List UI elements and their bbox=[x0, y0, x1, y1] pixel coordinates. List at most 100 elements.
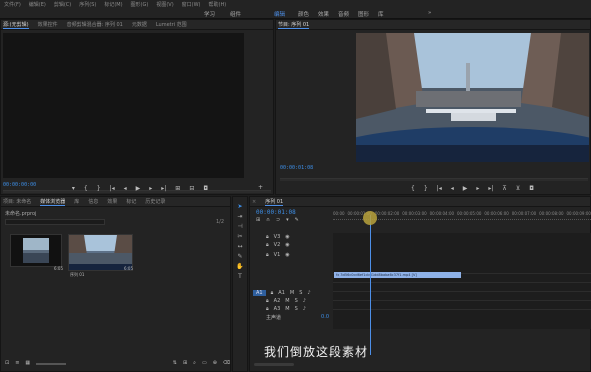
workspace-effects[interactable]: 效果 bbox=[318, 10, 329, 18]
play-icon[interactable]: ▶ bbox=[136, 185, 141, 192]
lock-track-icon[interactable]: 🔒︎ bbox=[266, 252, 269, 258]
project-search-input[interactable] bbox=[5, 219, 105, 225]
program-mark-in-icon[interactable]: { bbox=[411, 185, 415, 192]
search-icon[interactable]: ⌕ bbox=[193, 360, 196, 366]
solo-icon[interactable]: S bbox=[295, 306, 298, 312]
eye-icon[interactable]: ◉ bbox=[285, 242, 289, 248]
overwrite-icon[interactable]: ⊟ bbox=[189, 185, 194, 192]
selection-tool-icon[interactable]: ➤ bbox=[237, 203, 242, 210]
playhead-handle[interactable] bbox=[363, 211, 377, 225]
program-go-to-in-icon[interactable]: |◂ bbox=[437, 185, 442, 192]
tab-lumetri-scopes[interactable]: Lumetri 范围 bbox=[156, 21, 187, 28]
program-scrub-bar[interactable] bbox=[280, 178, 588, 181]
workspace-audio[interactable]: 音频 bbox=[338, 10, 349, 18]
automate-icon[interactable]: ⊞ bbox=[183, 360, 187, 366]
mute-icon[interactable]: M bbox=[290, 290, 294, 296]
eye-icon[interactable]: ◉ bbox=[285, 234, 289, 240]
insert-icon[interactable]: ⊞ bbox=[175, 185, 180, 192]
tab-history[interactable]: 历史记录 bbox=[145, 198, 165, 205]
tab-info[interactable]: 信息 bbox=[88, 198, 98, 205]
mic-icon[interactable]: ♪ bbox=[307, 290, 310, 296]
lift-icon[interactable]: ⊼ bbox=[502, 185, 506, 192]
pen-tool-icon[interactable]: ✎ bbox=[237, 253, 242, 260]
add-marker-timeline-icon[interactable]: ▾ bbox=[286, 217, 289, 223]
add-marker-icon[interactable]: ▾ bbox=[72, 185, 75, 192]
tab-sequence[interactable]: 序列 01 bbox=[265, 198, 284, 206]
tab-program[interactable]: 节目: 序列 01 bbox=[278, 21, 310, 29]
zoom-slider[interactable] bbox=[36, 362, 67, 365]
master-volume[interactable]: 0.0 bbox=[321, 314, 329, 320]
eye-icon[interactable]: ◉ bbox=[285, 252, 289, 258]
step-forward-icon[interactable]: ▸ bbox=[149, 185, 152, 192]
razor-tool-icon[interactable]: ✂ bbox=[237, 233, 242, 240]
tab-effects[interactable]: 效果 bbox=[107, 198, 117, 205]
mic-icon[interactable]: ♪ bbox=[303, 298, 306, 304]
workspace-graphics[interactable]: 图形 bbox=[358, 10, 369, 18]
workspace-editing[interactable]: 编辑 bbox=[274, 10, 285, 18]
lock-track-icon[interactable]: 🔒︎ bbox=[271, 290, 274, 296]
snap-icon[interactable]: ∩ bbox=[266, 217, 270, 223]
lock-track-icon[interactable]: 🔒︎ bbox=[266, 242, 269, 248]
menu-marker[interactable]: 标记(M) bbox=[104, 1, 122, 8]
track-header-master[interactable]: 主声道 0.0 bbox=[250, 313, 333, 321]
menu-clip[interactable]: 剪辑(C) bbox=[54, 1, 71, 8]
workspace-libraries[interactable]: 库 bbox=[378, 10, 384, 18]
linked-selection-icon[interactable]: ⊃ bbox=[276, 217, 280, 223]
source-add-button-icon[interactable]: + bbox=[258, 184, 263, 191]
hand-tool-icon[interactable]: ✋ bbox=[236, 263, 243, 270]
program-step-back-icon[interactable]: ◂ bbox=[451, 185, 454, 192]
program-step-forward-icon[interactable]: ▸ bbox=[476, 185, 479, 192]
extract-icon[interactable]: ⊻ bbox=[516, 185, 520, 192]
lock-track-icon[interactable]: 🔒︎ bbox=[266, 298, 269, 304]
mic-icon[interactable]: ♪ bbox=[303, 306, 306, 312]
track-header-a3[interactable]: 🔒︎ A3 M S ♪ bbox=[250, 305, 333, 313]
solo-icon[interactable]: S bbox=[295, 298, 298, 304]
slip-tool-icon[interactable]: ↔ bbox=[237, 243, 242, 250]
track-header-v1[interactable]: 🔒︎ V1 ◉ bbox=[250, 249, 333, 289]
workspace-more-icon[interactable]: » bbox=[428, 10, 431, 16]
sort-icon[interactable]: ⇅ bbox=[173, 360, 177, 366]
menu-graphics[interactable]: 图形(G) bbox=[131, 1, 149, 8]
go-to-out-icon[interactable]: ▸| bbox=[161, 185, 166, 192]
timeline-timecode[interactable]: 00:00:01:08 bbox=[256, 209, 296, 216]
list-view-icon[interactable]: ≡ bbox=[15, 360, 19, 366]
workspace-assembly[interactable]: 组件 bbox=[230, 10, 241, 18]
track-select-tool-icon[interactable]: ⇥ bbox=[237, 213, 242, 220]
track-area[interactable]: fx 3d56c0cd6ef1cb61dd8baba6c37f1.mp4 [V] bbox=[333, 233, 591, 329]
video-clip[interactable]: fx 3d56c0cd6ef1cb61dd8baba6c37f1.mp4 [V] bbox=[334, 272, 461, 278]
program-viewer[interactable] bbox=[356, 33, 589, 162]
icon-view-icon[interactable]: ▦ bbox=[25, 360, 30, 366]
settings-icon[interactable]: ✎ bbox=[295, 217, 299, 223]
tab-source[interactable]: 源:(无剪辑) bbox=[3, 21, 29, 29]
mute-icon[interactable]: M bbox=[285, 306, 289, 312]
lock-icon[interactable]: ⊡ bbox=[5, 360, 9, 366]
program-camera-icon[interactable]: ◘ bbox=[529, 185, 534, 192]
track-header-v2[interactable]: 🔒︎ V2 ◉ bbox=[250, 241, 333, 249]
timeline-zoom-scrollbar[interactable] bbox=[254, 363, 294, 366]
workspace-color[interactable]: 颜色 bbox=[298, 10, 309, 18]
lock-track-icon[interactable]: 🔒︎ bbox=[266, 234, 269, 240]
program-timecode[interactable]: 00:00:01:08 bbox=[280, 165, 313, 171]
tab-media-browser[interactable]: 媒体浏览器 bbox=[40, 198, 66, 206]
program-mark-out-icon[interactable]: } bbox=[424, 185, 428, 192]
type-tool-icon[interactable]: T bbox=[238, 273, 242, 280]
mark-in-icon[interactable]: { bbox=[84, 185, 88, 192]
tab-libraries[interactable]: 库 bbox=[74, 198, 79, 205]
new-bin-icon[interactable]: ▭ bbox=[202, 360, 207, 366]
mark-out-icon[interactable]: } bbox=[97, 185, 101, 192]
track-header-v3[interactable]: 🔒︎ V3 ◉ bbox=[250, 233, 333, 241]
tab-markers[interactable]: 标记 bbox=[126, 198, 136, 205]
go-to-in-icon[interactable]: |◂ bbox=[110, 185, 115, 192]
tab-project[interactable]: 项目: 未命名 bbox=[3, 198, 31, 205]
ripple-edit-tool-icon[interactable]: ⊣ bbox=[237, 223, 242, 230]
source-timecode[interactable]: 00:00:00:00 bbox=[3, 182, 36, 188]
menu-edit[interactable]: 编辑(E) bbox=[29, 1, 46, 8]
program-play-icon[interactable]: ▶ bbox=[463, 185, 468, 192]
camera-icon[interactable]: ◘ bbox=[203, 185, 208, 192]
source-patch-a1[interactable]: A1 bbox=[253, 290, 266, 296]
menu-help[interactable]: 帮助(H) bbox=[209, 1, 227, 8]
track-header-a2[interactable]: 🔒︎ A2 M S ♪ bbox=[250, 297, 333, 305]
close-tab-icon[interactable]: × bbox=[252, 199, 256, 205]
source-viewer[interactable] bbox=[3, 33, 244, 178]
trash-icon[interactable]: ⌫ bbox=[223, 360, 230, 366]
